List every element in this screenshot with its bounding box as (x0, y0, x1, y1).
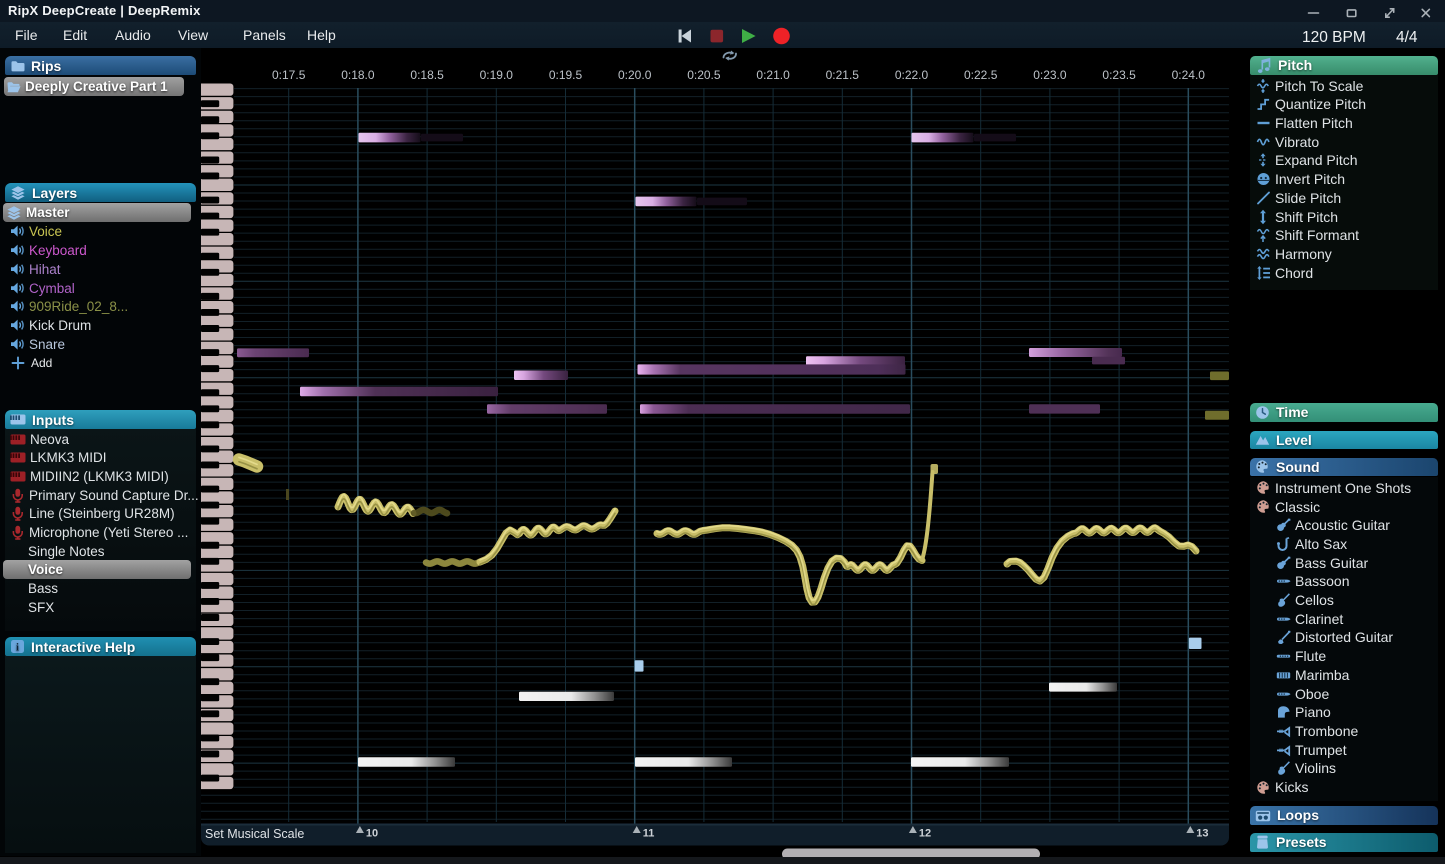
svg-text:0:18.0: 0:18.0 (341, 68, 375, 82)
svg-text:0:21.0: 0:21.0 (756, 68, 790, 82)
svg-text:0:20.5: 0:20.5 (687, 68, 721, 82)
svg-text:0:20.0: 0:20.0 (618, 68, 652, 82)
svg-text:12: 12 (919, 828, 931, 840)
svg-text:0:21.5: 0:21.5 (826, 68, 860, 82)
svg-text:10: 10 (366, 828, 378, 840)
svg-text:11: 11 (643, 828, 655, 840)
svg-text:0:23.0: 0:23.0 (1033, 68, 1067, 82)
svg-text:13: 13 (1196, 828, 1208, 840)
svg-text:0:22.0: 0:22.0 (895, 68, 929, 82)
svg-text:0:19.0: 0:19.0 (480, 68, 514, 82)
svg-text:0:18.5: 0:18.5 (410, 68, 444, 82)
svg-text:0:19.5: 0:19.5 (549, 68, 583, 82)
svg-text:0:23.5: 0:23.5 (1102, 68, 1136, 82)
svg-text:0:22.5: 0:22.5 (964, 68, 998, 82)
svg-text:Set Musical Scale: Set Musical Scale (205, 827, 304, 841)
svg-text:0:24.0: 0:24.0 (1172, 68, 1206, 82)
svg-text:i: i (16, 643, 19, 654)
svg-text:0:17.5: 0:17.5 (272, 68, 306, 82)
